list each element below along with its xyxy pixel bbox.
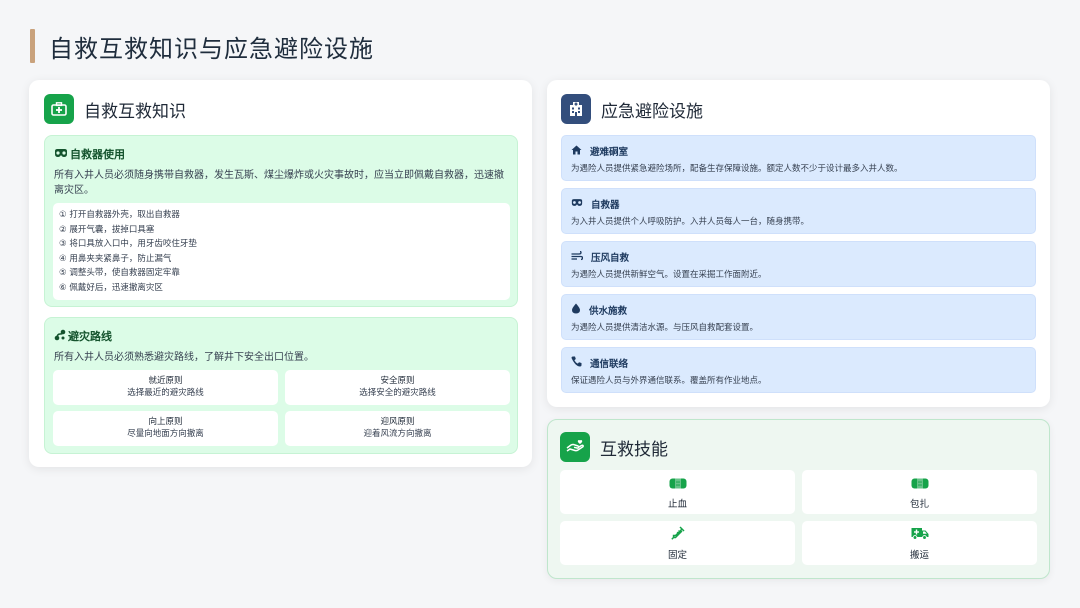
skill-item: 搬运 (802, 521, 1037, 565)
facility-desc: 为入井人员提供个人呼吸防护。入井人员每人一台，随身携带。 (571, 217, 810, 227)
escape-route-section: 避灾路线 所有入井人员必须熟悉避灾路线，了解井下安全出口位置。 就近原则 选择最… (44, 317, 518, 454)
section-title: 避灾路线 (54, 328, 112, 344)
section-desc: 所有入井人员必须随身携带自救器，发生瓦斯、煤尘爆炸或火灾事故时，应当立即佩戴自救… (54, 170, 504, 196)
wind-icon (571, 250, 591, 264)
facility-title-text: 自救器 (591, 200, 620, 211)
principle-desc: 选择安全的避灾路线 (359, 388, 436, 398)
section-desc: 所有入井人员必须熟悉避灾路线，了解井下安全出口位置。 (54, 352, 314, 363)
principle-item: 迎风原则 迎着风流方向撤离 (285, 411, 510, 446)
skill-item: 固定 (560, 521, 795, 565)
rescuer-usage-section: 自救器使用 所有入井人员必须随身携带自救器，发生瓦斯、煤尘爆炸或火灾事故时，应当… (44, 135, 518, 307)
facility-title: 供水施救 (571, 303, 627, 317)
principle-name: 就近原则 (148, 376, 183, 386)
principle-desc: 选择最近的避灾路线 (127, 388, 204, 398)
water-drop-icon (571, 303, 589, 317)
card-title: 应急避险设施 (601, 101, 703, 122)
facility-title: 避难硐室 (571, 144, 628, 158)
mutual-rescue-skills-card: 互救技能 止血 包扎 固定 搬运 (547, 419, 1050, 579)
bandage-icon (669, 474, 687, 493)
principle-item: 安全原则 选择安全的避灾路线 (285, 370, 510, 405)
list-item: 压风自救 为遇险人员提供新鲜空气。设置在采掘工作面附近。 (561, 241, 1036, 287)
list-item: 供水施救 为遇险人员提供清洁水源。与压风自救配套设置。 (561, 294, 1036, 340)
skill-item: 包扎 (802, 470, 1037, 514)
list-item: ⑥ 佩戴好后，迅速撤离灾区 (59, 282, 163, 293)
steps-list: ① 打开自救器外壳，取出自救器 ② 展开气囊，拔掉口具塞 ③ 将口具放入口中，用… (53, 203, 510, 300)
principle-item: 就近原则 选择最近的避灾路线 (53, 370, 278, 405)
card-header: 互救技能 (560, 432, 668, 462)
section-title: 自救器使用 (54, 146, 125, 162)
list-item: ② 展开气囊，拔掉口具塞 (59, 224, 155, 235)
facility-desc: 为遇险人员提供紧急避险场所，配备生存保障设施。额定人数不少于设计最多入井人数。 (571, 164, 903, 174)
facility-title: 自救器 (571, 197, 620, 211)
mask-icon (54, 148, 70, 161)
facility-title-text: 压风自救 (591, 253, 630, 264)
hospital-icon (561, 94, 591, 124)
skill-item: 止血 (560, 470, 795, 514)
mask-icon (571, 198, 591, 210)
page-title: 自救互救知识与应急避险设施 (49, 34, 374, 63)
skill-label: 固定 (667, 550, 687, 561)
principle-name: 迎风原则 (380, 417, 415, 427)
list-item: ① 打开自救器外壳，取出自救器 (59, 210, 180, 220)
syringe-icon (670, 525, 685, 544)
house-icon (571, 145, 590, 158)
page-header: 自救互救知识与应急避险设施 (30, 28, 374, 64)
first-aid-kit-icon (44, 94, 74, 124)
facility-desc: 为遇险人员提供新鲜空气。设置在采掘工作面附近。 (571, 270, 767, 280)
facility-title: 通信联络 (571, 356, 628, 370)
card-header: 应急避险设施 (561, 94, 703, 124)
principle-desc: 尽量向地面方向撤离 (127, 429, 204, 439)
list-item: 通信联络 保证遇险人员与外界通信联系。覆盖所有作业地点。 (561, 347, 1036, 393)
ambulance-icon (911, 525, 929, 544)
section-title-text: 避灾路线 (68, 330, 112, 343)
facility-title: 压风自救 (571, 250, 629, 264)
skill-label: 包扎 (909, 499, 929, 510)
principle-name: 安全原则 (380, 376, 415, 386)
helping-hands-icon (560, 432, 590, 462)
list-item: ④ 用鼻夹夹紧鼻子，防止漏气 (59, 253, 172, 264)
principle-desc: 迎着风流方向撤离 (363, 429, 432, 439)
list-item: 避难硐室 为遇险人员提供紧急避险场所，配备生存保障设施。额定人数不少于设计最多入… (561, 135, 1036, 181)
card-title: 自救互救知识 (84, 101, 186, 122)
list-item: ③ 将口具放入口中，用牙齿咬住牙垫 (59, 239, 197, 249)
card-title: 互救技能 (600, 439, 668, 460)
skill-label: 搬运 (909, 550, 929, 561)
self-rescue-knowledge-card: 自救互救知识 自救器使用 所有入井人员必须随身携带自救器，发生瓦斯、煤尘爆炸或火… (29, 80, 532, 467)
facility-title-text: 供水施救 (589, 306, 628, 317)
principle-item: 向上原则 尽量向地面方向撤离 (53, 411, 278, 446)
phone-icon (571, 356, 590, 370)
card-header: 自救互救知识 (44, 94, 186, 124)
title-accent-bar (30, 29, 35, 63)
facility-desc: 保证遇险人员与外界通信联系。覆盖所有作业地点。 (571, 376, 767, 386)
route-icon (54, 329, 68, 344)
list-item: 自救器 为入井人员提供个人呼吸防护。入井人员每人一台，随身携带。 (561, 188, 1036, 234)
section-title-text: 自救器使用 (70, 148, 125, 161)
facility-title-text: 避难硐室 (590, 147, 629, 158)
skill-label: 止血 (667, 499, 687, 510)
facility-desc: 为遇险人员提供清洁水源。与压风自救配套设置。 (571, 323, 759, 333)
principle-name: 向上原则 (148, 417, 183, 427)
bandage-icon (911, 474, 929, 493)
list-item: ⑤ 调整头带，使自救器固定牢靠 (59, 268, 180, 278)
facility-title-text: 通信联络 (590, 359, 629, 370)
emergency-facilities-card: 应急避险设施 避难硐室 为遇险人员提供紧急避险场所，配备生存保障设施。额定人数不… (547, 80, 1050, 407)
